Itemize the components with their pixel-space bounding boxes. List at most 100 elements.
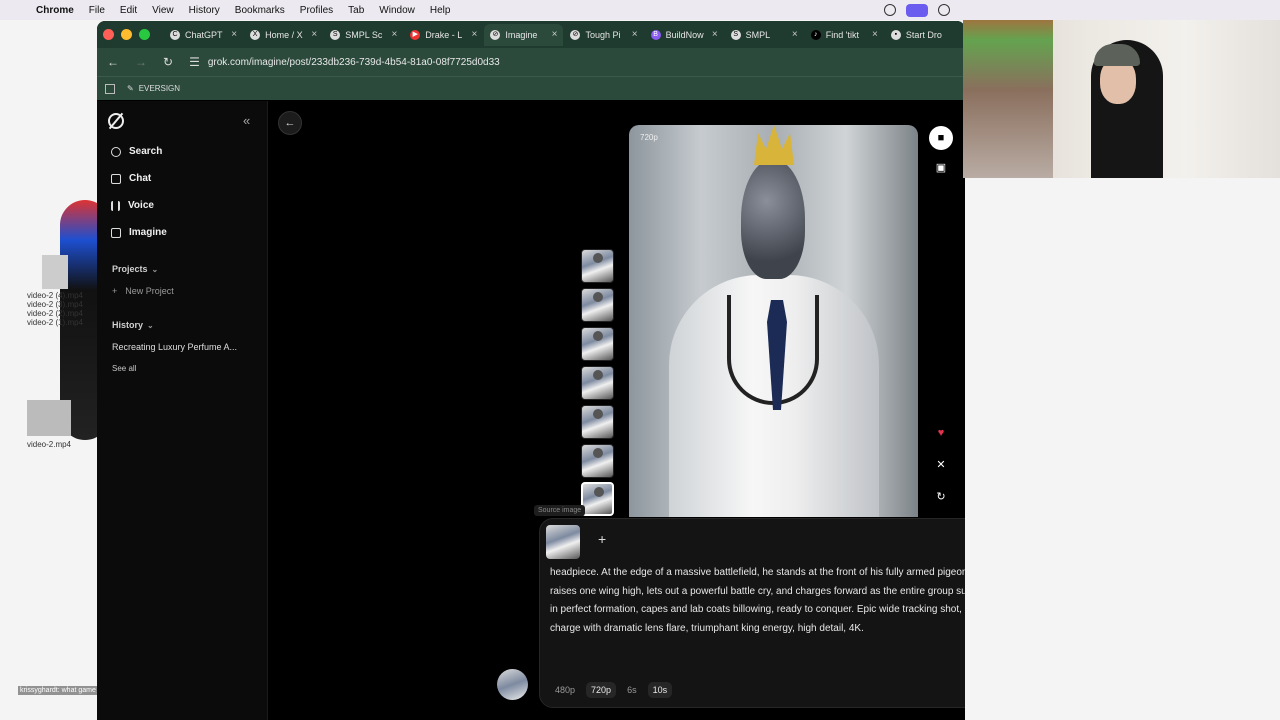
zoom-window-button[interactable] [139, 29, 150, 40]
menu-profiles[interactable]: Profiles [300, 5, 333, 16]
close-tab-icon[interactable]: × [872, 29, 878, 40]
pigeon-head-figure [741, 159, 805, 279]
menu-window[interactable]: Window [379, 5, 415, 16]
menu-bookmarks[interactable]: Bookmarks [235, 5, 285, 16]
desktop-file-icon[interactable]: video-2 (4).mp4 video-2 (3).mp4 video-2 … [14, 255, 96, 327]
sidebar-item-label: Imagine [129, 227, 167, 238]
recording-icon[interactable] [906, 3, 928, 17]
history-label: History [112, 320, 144, 330]
close-tab-icon[interactable]: × [552, 29, 558, 40]
back-button[interactable]: ← [278, 111, 302, 135]
sidebar-item-search[interactable]: Search [111, 146, 162, 157]
chat-icon [111, 173, 121, 184]
status-icon[interactable] [884, 4, 896, 16]
collapse-sidebar-icon[interactable]: « [243, 113, 250, 128]
video-thumbnail[interactable] [581, 288, 614, 322]
video-thumbnail[interactable] [581, 327, 614, 361]
history-item[interactable]: Recreating Luxury Perfume A... [112, 342, 252, 352]
video-thumbnail-selected[interactable] [581, 482, 614, 516]
tab-smpl[interactable]: S SMPL × [725, 24, 804, 46]
generation-options: 480p 720p 6s 10s [550, 682, 673, 698]
menu-edit[interactable]: Edit [120, 5, 137, 16]
x-share-icon[interactable]: ✕ [929, 453, 953, 477]
close-tab-icon[interactable]: × [231, 29, 237, 40]
regenerate-icon[interactable]: ↻ [929, 485, 953, 509]
image-mode-icon[interactable]: ▣ [929, 156, 953, 180]
tab-x-home[interactable]: X Home / X × [244, 24, 323, 46]
option-480p[interactable]: 480p [550, 682, 580, 698]
resolution-badge: 720p [640, 133, 658, 142]
heart-icon[interactable]: ♥ [929, 421, 953, 445]
menu-view[interactable]: View [152, 5, 174, 16]
close-tab-icon[interactable]: × [311, 29, 317, 40]
tab-favicon: X [250, 29, 261, 40]
tab-bar: C ChatGPT × X Home / X × S SMPL Sc × ▶ Drake - … [97, 21, 965, 48]
tab-smpl-sc[interactable]: S SMPL Sc × [324, 24, 403, 46]
source-image-thumbnail[interactable] [546, 525, 580, 559]
tab-chatgpt[interactable]: C ChatGPT × [164, 24, 243, 46]
prompt-input[interactable]: headpiece. At the edge of a massive batt… [550, 564, 965, 638]
tab-drake[interactable]: ▶ Drake - L × [404, 24, 483, 46]
tab-favicon: ▪ [890, 29, 901, 40]
bookmark-eversign[interactable]: EVERSIGN [139, 84, 180, 93]
video-thumbnail[interactable] [581, 444, 614, 478]
close-window-button[interactable] [103, 29, 114, 40]
sidebar-item-chat[interactable]: Chat [111, 173, 151, 184]
address-bar: ← → ↻ ☰ grok.com/imagine/post/233db236-7… [97, 48, 965, 76]
history-header[interactable]: History ⌄ [112, 320, 154, 330]
tab-imagine[interactable]: ⊘ Imagine × [484, 23, 564, 46]
video-thumbnail[interactable] [581, 366, 614, 400]
camera-status-icon[interactable] [938, 4, 950, 16]
close-tab-icon[interactable]: × [472, 29, 478, 40]
sidebar-item-voice[interactable]: Voice [111, 200, 154, 211]
close-tab-icon[interactable]: × [792, 29, 798, 40]
desktop-file-label: video-2 (3).mp4 [26, 300, 84, 309]
menu-tab[interactable]: Tab [348, 5, 364, 16]
pen-icon: ✎ [127, 84, 134, 93]
desktop-file-icon[interactable]: video-2.mp4 [4, 400, 94, 449]
menu-history[interactable]: History [189, 5, 220, 16]
tab-favicon: S [730, 29, 741, 40]
sidebar-item-imagine[interactable]: Imagine [111, 227, 167, 238]
tab-title: Imagine [505, 29, 538, 40]
menu-help[interactable]: Help [430, 5, 451, 16]
avatar[interactable] [497, 669, 528, 700]
sidebar-item-label: Search [129, 146, 163, 157]
tab-favicon: C [170, 29, 180, 40]
source-image-tooltip: Source image [534, 505, 586, 516]
grok-logo-icon[interactable] [108, 113, 124, 129]
see-all-link[interactable]: See all [112, 364, 136, 373]
search-icon [111, 146, 121, 157]
minimize-window-button[interactable] [121, 29, 132, 40]
generated-video[interactable]: 720p [629, 125, 918, 517]
back-arrow-icon[interactable]: ← [107, 55, 119, 69]
projects-header[interactable]: Projects ⌄ [112, 264, 158, 274]
new-project-button[interactable]: + New Project [112, 286, 174, 296]
desktop-file-label: video-2 (2).mp4 [26, 309, 84, 318]
video-thumbnail[interactable] [581, 249, 614, 283]
tab-find-tiktok[interactable]: ♪ Find 'tikt × [805, 24, 884, 46]
site-settings-icon[interactable]: ☰ [189, 55, 200, 69]
tab-start-dro[interactable]: ▪ Start Dro [885, 24, 964, 46]
tab-tough-pi[interactable]: ⊘ Tough Pi × [564, 24, 643, 46]
apps-grid-icon[interactable] [105, 83, 115, 94]
tab-buildnow[interactable]: B BuildNow × [645, 24, 724, 46]
video-mode-icon[interactable]: ■ [929, 126, 953, 150]
url-field[interactable]: grok.com/imagine/post/233db236-739d-4b54… [208, 57, 500, 68]
menu-file[interactable]: File [89, 5, 105, 16]
crown-figure [754, 125, 794, 165]
close-tab-icon[interactable]: × [712, 29, 718, 40]
chevron-down-icon: ⌄ [151, 265, 159, 274]
forward-arrow-icon[interactable]: → [135, 55, 147, 69]
close-tab-icon[interactable]: × [632, 29, 638, 40]
add-image-icon[interactable]: + [598, 531, 606, 547]
tab-favicon: B [650, 29, 661, 40]
option-10s[interactable]: 10s [647, 682, 673, 698]
option-720p[interactable]: 720p [586, 682, 617, 698]
video-thumbnail[interactable] [581, 405, 614, 439]
menu-app-name[interactable]: Chrome [36, 5, 74, 16]
bookmarks-bar: ✎ EVERSIGN [97, 76, 965, 100]
reload-icon[interactable]: ↻ [163, 55, 173, 69]
close-tab-icon[interactable]: × [391, 29, 397, 40]
option-6s[interactable]: 6s [622, 682, 642, 698]
